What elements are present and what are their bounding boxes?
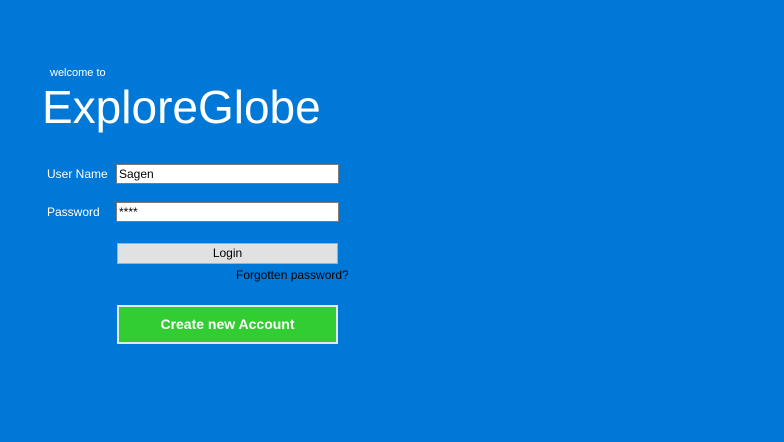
app-title: ExploreGlobe <box>42 81 321 133</box>
login-window: { "header": { "welcome_text": "welcome t… <box>0 0 784 442</box>
forgot-password-link[interactable]: Forgotten password? <box>236 267 349 283</box>
welcome-text: welcome to <box>50 67 106 79</box>
login-button[interactable]: Login <box>117 243 338 264</box>
password-input[interactable] <box>116 202 339 222</box>
password-label: Password <box>47 205 100 219</box>
username-input[interactable] <box>116 164 339 184</box>
create-account-button[interactable]: Create new Account <box>117 305 338 344</box>
username-label: User Name <box>47 167 108 181</box>
